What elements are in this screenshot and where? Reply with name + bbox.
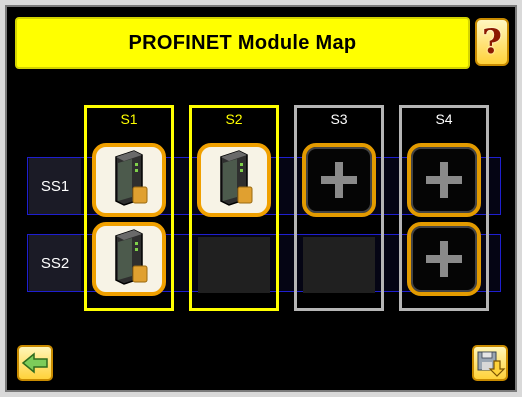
module-map-screen: PROFINET Module Map ? SS1 SS2 S1 S2 S3 S… bbox=[5, 5, 517, 392]
slot-label-s3: S3 bbox=[330, 111, 348, 127]
plus-icon bbox=[321, 162, 357, 198]
subslot-label-ss2: SS2 bbox=[29, 235, 81, 291]
empty-cell bbox=[303, 237, 375, 293]
subslot-label-ss1: SS1 bbox=[29, 158, 81, 214]
profinet-module-icon bbox=[115, 229, 148, 285]
help-icon: ? bbox=[482, 22, 502, 62]
module-tile-s2-ss1[interactable] bbox=[197, 143, 271, 217]
add-module-tile-s3-ss1[interactable] bbox=[302, 143, 376, 217]
module-tile-s1-ss2[interactable] bbox=[92, 222, 166, 296]
add-module-tile-s4-ss2[interactable] bbox=[407, 222, 481, 296]
slot-label-s1: S1 bbox=[120, 111, 138, 127]
profinet-module-icon bbox=[220, 150, 253, 206]
add-module-tile-s4-ss1[interactable] bbox=[407, 143, 481, 217]
back-arrow-icon bbox=[21, 352, 48, 374]
save-button[interactable] bbox=[472, 345, 508, 381]
empty-cell bbox=[198, 237, 270, 293]
profinet-module-icon bbox=[115, 150, 148, 206]
help-button[interactable]: ? bbox=[475, 18, 509, 66]
back-button[interactable] bbox=[17, 345, 53, 381]
title-bar: PROFINET Module Map bbox=[15, 17, 470, 69]
module-tile-s1-ss1[interactable] bbox=[92, 143, 166, 217]
page-title: PROFINET Module Map bbox=[128, 31, 357, 54]
save-icon bbox=[477, 351, 506, 377]
slot-label-s4: S4 bbox=[435, 111, 453, 127]
slot-label-s2: S2 bbox=[225, 111, 243, 127]
plus-icon bbox=[426, 162, 462, 198]
plus-icon bbox=[426, 241, 462, 277]
